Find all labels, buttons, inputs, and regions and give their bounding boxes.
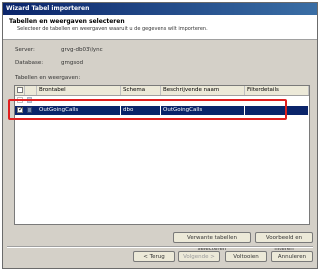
tables-list-label: Tabellen en weergaven: (15, 75, 81, 81)
header-description: Selecteer de tabellen en weergaven waaru… (17, 26, 208, 32)
database-value: gmgsod (61, 60, 84, 66)
next-button[interactable]: Volgende > (178, 251, 220, 262)
select-all-column[interactable] (15, 86, 25, 95)
cancel-button[interactable]: Annuleren (271, 251, 313, 262)
header-panel: Tabellen en weergaven selecteren Selecte… (3, 15, 317, 40)
wizard-window: Wizard Tabel importeren Tabellen en weer… (2, 2, 318, 269)
select-related-tables-button[interactable]: Verwante tabellen selecteren (173, 232, 251, 252)
header-title: Tabellen en weergaven selecteren (9, 18, 125, 25)
preview-filter-button[interactable]: Voorbeeld en filteren (255, 232, 313, 252)
column-header-source[interactable]: Brontabel (37, 86, 121, 95)
server-value: grvg-db03\lync (61, 47, 103, 53)
finish-button[interactable]: Voltooien (225, 251, 267, 262)
selection-highlight-annotation (8, 99, 287, 120)
select-all-checkbox[interactable] (17, 87, 23, 93)
footer-separator (7, 246, 313, 248)
icon-column (25, 86, 37, 95)
database-label: Database: (15, 60, 44, 66)
grid-header: Brontabel Schema Beschrijvende naam Filt… (15, 86, 309, 96)
column-header-schema[interactable]: Schema (121, 86, 161, 95)
back-button[interactable]: < Terug (133, 251, 175, 262)
column-header-friendly-name[interactable]: Beschrijvende naam (161, 86, 245, 95)
server-label: Server: (15, 47, 35, 53)
column-header-filter-details[interactable]: Filterdetails (245, 86, 309, 95)
window-title: Wizard Tabel importeren (3, 3, 317, 15)
